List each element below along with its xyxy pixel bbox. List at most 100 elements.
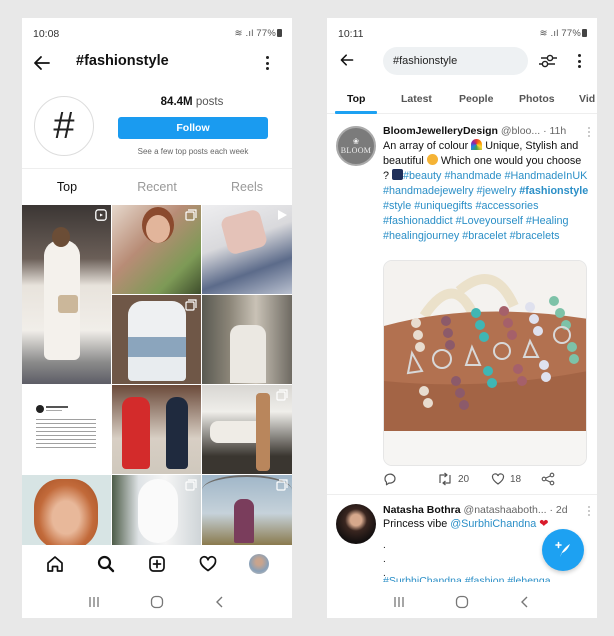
search-input[interactable]: #fashionstyle <box>383 47 528 75</box>
hashtag[interactable]: #fashionaddict <box>383 215 453 227</box>
lotus-logo-icon: ❀ <box>352 137 360 146</box>
hashtag[interactable]: #Loveyourself <box>456 215 523 227</box>
hashtag[interactable]: #handmadejewelry <box>383 185 474 197</box>
home-button-icon[interactable] <box>454 594 470 610</box>
reply-button[interactable] <box>383 472 402 486</box>
carousel-icon <box>276 389 288 401</box>
page-title: #fashionstyle <box>76 53 169 69</box>
avatar[interactable] <box>336 504 376 544</box>
retweet-icon <box>439 472 451 486</box>
search-icon[interactable] <box>96 554 116 574</box>
tweet-text: An array of colour Unique, Stylish and b… <box>383 139 589 244</box>
tab-latest[interactable]: Latest <box>401 93 432 105</box>
search-tabs: Top Latest People Photos Vid <box>327 88 597 114</box>
hashtag[interactable]: #handmade <box>444 170 501 182</box>
back-arrow-icon[interactable] <box>32 53 52 73</box>
post-grid <box>22 205 292 545</box>
divider <box>22 168 292 169</box>
author-handle: @natashaaboth... <box>463 504 547 516</box>
battery-percent: 77% <box>256 28 276 39</box>
retweet-button[interactable]: 20 <box>437 472 469 486</box>
grid-post-5[interactable] <box>202 295 292 384</box>
status-time: 10:11 <box>338 28 364 40</box>
tweet-more-icon[interactable] <box>587 127 591 139</box>
carousel-icon <box>276 479 288 491</box>
more-options-icon[interactable] <box>265 56 269 72</box>
post-count-label: posts <box>195 96 224 108</box>
share-button[interactable] <box>541 472 555 486</box>
hashtag[interactable]: #accessories <box>475 200 538 212</box>
tab-people[interactable]: People <box>459 93 493 105</box>
hashtag[interactable]: #healingjourney <box>383 230 459 242</box>
grid-post-4[interactable] <box>112 295 201 384</box>
tab-recent[interactable]: Recent <box>112 176 202 200</box>
tweet-time: · 2d <box>549 504 568 516</box>
page-header: #fashionstyle <box>22 48 292 78</box>
carousel-icon <box>185 209 197 221</box>
grid-post-1[interactable] <box>22 205 111 384</box>
post-count-value: 84.4M <box>160 96 193 108</box>
tab-top[interactable]: Top <box>22 176 112 200</box>
recent-apps-icon[interactable] <box>391 594 407 610</box>
compose-tweet-icon <box>555 541 570 557</box>
hashtags-cut-off[interactable]: #SurbhiChandna #fashion #lehenga <box>383 575 551 582</box>
tab-reels[interactable]: Reels <box>202 176 292 200</box>
tweet-text-part: Princess vibe <box>383 518 448 530</box>
hashtag[interactable]: #uniquegifts <box>414 200 472 212</box>
grid-post-10[interactable] <box>112 475 201 545</box>
battery-icon <box>582 29 587 37</box>
hashtag[interactable]: #beauty <box>403 170 441 182</box>
home-button-icon[interactable] <box>149 594 165 610</box>
like-heart-icon <box>491 473 505 485</box>
tab-top[interactable]: Top <box>347 93 365 105</box>
hashtag[interactable]: #style <box>383 200 411 212</box>
hashtag-highlighted[interactable]: #fashionstyle <box>519 185 588 197</box>
reply-icon <box>384 473 396 486</box>
activity-heart-icon[interactable] <box>198 554 218 574</box>
hashtag[interactable]: #jewelry <box>477 185 517 197</box>
avatar[interactable]: ❀ BLOOM <box>336 126 376 166</box>
status-bar: 10:08 ≋ .ıl 77% <box>22 18 292 46</box>
grid-post-11[interactable] <box>202 475 292 545</box>
hashtag[interactable]: #bracelets <box>510 230 560 242</box>
grid-post-2[interactable] <box>112 205 201 294</box>
profile-avatar[interactable] <box>248 554 269 574</box>
like-button[interactable]: 18 <box>491 472 521 486</box>
hashtag-avatar: # <box>34 96 94 156</box>
follow-button[interactable]: Follow <box>118 117 268 139</box>
search-filter-icon[interactable] <box>539 52 557 70</box>
grid-post-6[interactable] <box>22 385 111 474</box>
hashtag[interactable]: #Healing <box>526 215 569 227</box>
sparkle-night-emoji-icon <box>392 169 404 180</box>
grid-post-9[interactable] <box>22 475 111 545</box>
add-post-icon[interactable] <box>147 554 167 574</box>
tab-videos[interactable]: Vid <box>579 93 595 105</box>
follow-note: See a few top posts each week <box>137 147 249 156</box>
back-button-icon[interactable] <box>517 594 533 610</box>
mention-link[interactable]: @SurbhiChandna <box>450 518 536 530</box>
hashtag[interactable]: #HandmadeInUK <box>504 170 587 182</box>
grid-post-8[interactable] <box>202 385 292 474</box>
bracelets-photo <box>384 261 586 465</box>
search-header: #fashionstyle <box>327 46 597 78</box>
back-arrow-icon[interactable] <box>339 52 355 68</box>
carousel-icon <box>185 299 197 311</box>
more-options-icon[interactable] <box>577 54 581 70</box>
grid-post-7[interactable] <box>112 385 201 474</box>
tab-photos[interactable]: Photos <box>519 93 555 105</box>
author-name[interactable]: BloomJewelleryDesign <box>383 125 498 137</box>
tweet-media-image[interactable] <box>383 260 587 466</box>
home-icon[interactable] <box>45 554 65 574</box>
signal-icon: .ıl <box>245 28 254 39</box>
status-icons: ≋ .ıl 77% <box>540 28 587 39</box>
author-name[interactable]: Natasha Bothra <box>383 504 461 516</box>
video-icon <box>278 210 287 220</box>
compose-tweet-button[interactable] <box>542 529 584 571</box>
grid-post-3[interactable] <box>202 205 292 294</box>
system-nav-bar <box>327 586 597 618</box>
hashtag[interactable]: #bracelet <box>462 230 506 242</box>
status-bar: 10:11 ≋ .ıl 77% <box>327 18 597 46</box>
back-button-icon[interactable] <box>212 594 228 610</box>
recent-apps-icon[interactable] <box>86 594 102 610</box>
tweet-text-part: An array of colour <box>383 140 469 152</box>
